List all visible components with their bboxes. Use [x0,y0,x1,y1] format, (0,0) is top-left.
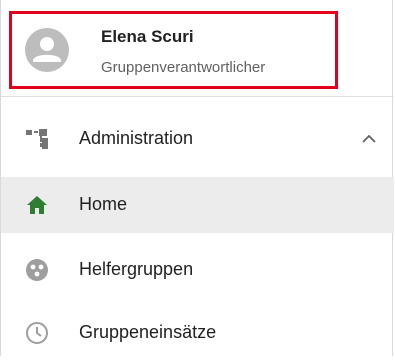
profile-role: Gruppenverantwortlicher [101,59,266,76]
menu-label-administration: Administration [79,128,194,148]
person-icon [33,37,61,62]
menu-item-gruppeneinsaetze[interactable]: Gruppeneinsätze [1,305,394,361]
avatar [25,28,69,72]
user-profile-card[interactable]: Elena Scuri Gruppenverantwortlicher [9,11,338,89]
menu-item-home[interactable]: Home [1,177,394,233]
navigation-drawer: Elena Scuri Gruppenverantwortlicher Admi… [0,0,394,356]
home-icon [25,193,49,217]
hierarchy-icon [25,127,49,151]
menu-label-home: Home [79,194,128,214]
divider [1,96,394,97]
profile-name: Elena Scuri [101,27,194,46]
menu-label-helfergruppen: Helfergruppen [79,259,194,279]
chevron-up-icon[interactable] [359,129,379,149]
menu-label-gruppeneinsaetze: Gruppeneinsätze [79,322,217,342]
menu-item-administration[interactable]: Administration [1,111,394,167]
group-dots-icon [25,258,49,282]
clock-icon [25,321,49,345]
menu-item-helfergruppen[interactable]: Helfergruppen [1,242,394,298]
